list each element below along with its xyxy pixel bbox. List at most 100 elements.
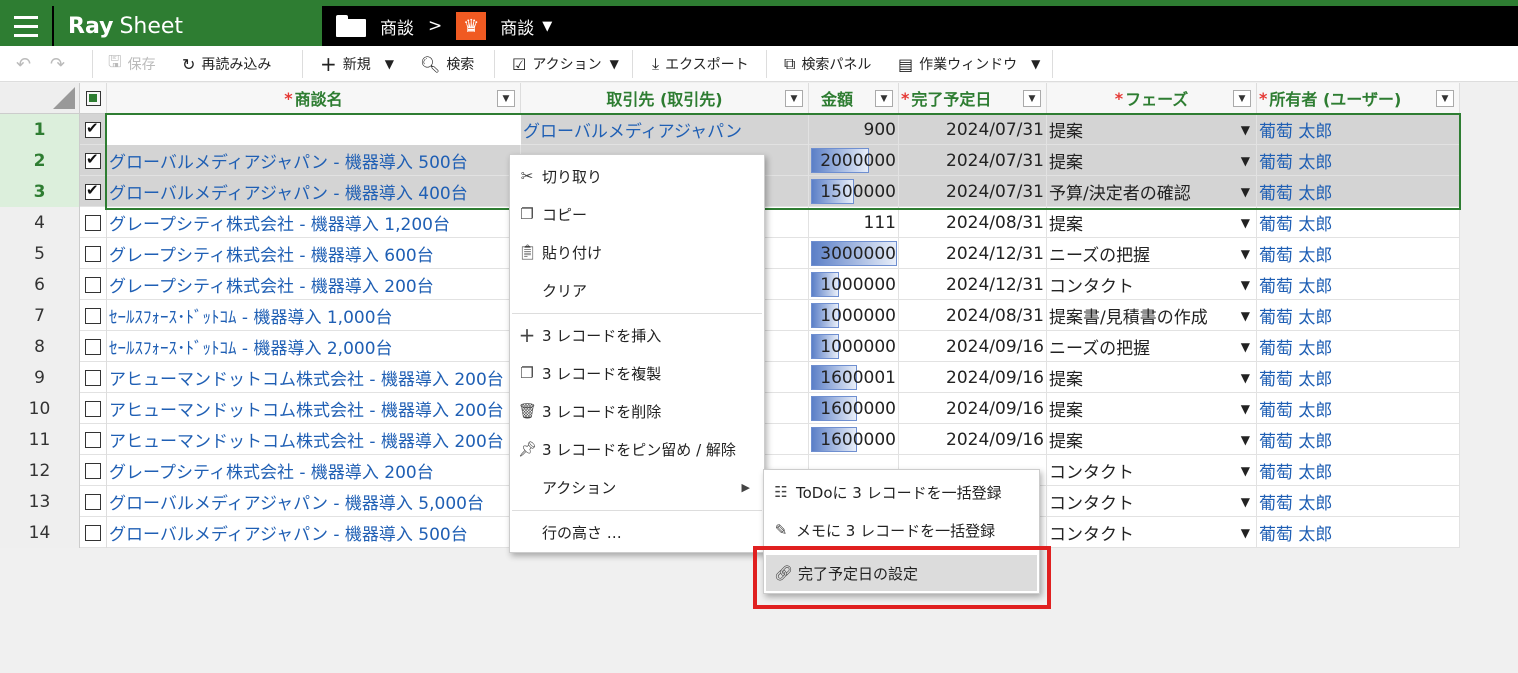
submenu-item-todo[interactable]: ☷ ToDoに 3 レコードを一括登録 [764, 474, 1039, 510]
cell-amount[interactable]: 1500000 [809, 176, 899, 207]
row-checkbox[interactable] [80, 517, 107, 548]
chevron-down-icon[interactable]: ▼ [385, 57, 394, 71]
row-checkbox[interactable] [80, 114, 107, 145]
row-checkbox[interactable] [80, 300, 107, 331]
filter-dropdown-icon[interactable]: ▼ [497, 90, 515, 107]
cell-owner[interactable]: 葡萄 太郎 [1257, 114, 1460, 145]
cell-amount[interactable]: 1000000 [809, 300, 899, 331]
cell-amount[interactable]: 1600000 [809, 393, 899, 424]
cell-close-date[interactable]: 2024/09/16 [899, 393, 1047, 424]
cell-phase[interactable]: 提案 ▼ [1047, 424, 1257, 455]
work-window-button[interactable]: ▤ 作業ウィンドウ ▼ [898, 46, 1040, 82]
row-number[interactable]: 7 [0, 300, 80, 331]
cell-close-date[interactable]: 2024/07/31 [899, 114, 1047, 145]
menu-item-action[interactable]: アクション ▶ [510, 470, 764, 504]
menu-item-row-height[interactable]: 行の高さ … [510, 515, 764, 549]
column-header-amount[interactable]: 金額 ▼ [809, 83, 899, 114]
column-header-name[interactable]: * 商談名 ▼ [107, 83, 521, 114]
cell-close-date[interactable]: 2024/12/31 [899, 238, 1047, 269]
row-number[interactable]: 9 [0, 362, 80, 393]
cell-owner[interactable]: 葡萄 太郎 [1257, 362, 1460, 393]
cell-phase[interactable]: ニーズの把握 ▼ [1047, 238, 1257, 269]
dropdown-arrow-icon[interactable]: ▼ [1241, 247, 1250, 261]
submenu-item-memo[interactable]: ✎ メモに 3 レコードを一括登録 [764, 512, 1039, 548]
cell-phase[interactable]: 提案書/見積書の作成 ▼ [1047, 300, 1257, 331]
dropdown-arrow-icon[interactable]: ▼ [1241, 154, 1250, 168]
cell-close-date[interactable]: 2024/08/31 [899, 300, 1047, 331]
cell-owner[interactable]: 葡萄 太郎 [1257, 300, 1460, 331]
dropdown-arrow-icon[interactable]: ▼ [1241, 185, 1250, 199]
dropdown-arrow-icon[interactable]: ▼ [1241, 340, 1250, 354]
cell-close-date[interactable]: 2024/07/31 [899, 145, 1047, 176]
dropdown-arrow-icon[interactable]: ▼ [1241, 216, 1250, 230]
cell-name[interactable]: グローバルメディアジャパン - 機器導入 400台 [107, 176, 521, 207]
filter-dropdown-icon[interactable]: ▼ [1436, 90, 1454, 107]
cell-name[interactable]: グレープシティ株式会社 - 機器導入 1,200台 [107, 207, 521, 238]
dropdown-arrow-icon[interactable]: ▼ [1241, 495, 1250, 509]
column-header-phase[interactable]: * フェーズ ▼ [1047, 83, 1257, 114]
cell-phase[interactable]: コンタクト ▼ [1047, 517, 1257, 548]
cell-name[interactable]: ｾｰﾙｽﾌｫｰｽ･ﾄﾞｯﾄｺﾑ - 機器導入 1,000台 [107, 300, 521, 331]
action-button[interactable]: ☑ アクション ▼ [512, 46, 619, 82]
reload-button[interactable]: ↻ 再読み込み [182, 46, 271, 82]
filter-dropdown-icon[interactable]: ▼ [875, 90, 893, 107]
row-checkbox[interactable] [80, 362, 107, 393]
cell-amount[interactable]: 3000000 [809, 238, 899, 269]
row-number[interactable]: 2 [0, 145, 80, 176]
row-number[interactable]: 11 [0, 424, 80, 455]
cell-name[interactable]: グレープシティ株式会社 - 機器導入 200台 [107, 455, 521, 486]
row-number[interactable]: 1 [0, 114, 80, 145]
cell-owner[interactable]: 葡萄 太郎 [1257, 176, 1460, 207]
cell-owner[interactable]: 葡萄 太郎 [1257, 393, 1460, 424]
row-checkbox[interactable] [80, 145, 107, 176]
cell-owner[interactable]: 葡萄 太郎 [1257, 207, 1460, 238]
undo-button[interactable]: ↶ [16, 46, 31, 82]
column-header-account[interactable]: 取引先 (取引先) ▼ [521, 83, 809, 114]
dropdown-arrow-icon[interactable]: ▼ [1241, 371, 1250, 385]
cell-name[interactable]: ｾｰﾙｽﾌｫｰｽ･ﾄﾞｯﾄｺﾑ - 機器導入 2,000台 [107, 331, 521, 362]
cell-amount[interactable]: 2000000 [809, 145, 899, 176]
menu-item-delete[interactable]: 🗑︎ 3 レコードを削除 [510, 394, 764, 428]
new-button[interactable]: + 新規 ▼ [320, 46, 394, 82]
menu-item-insert[interactable]: +3 レコードを挿入 [510, 318, 764, 352]
cell-amount[interactable]: 1600001 [809, 362, 899, 393]
row-checkbox[interactable] [80, 331, 107, 362]
menu-item-clear[interactable]: クリア [510, 273, 764, 307]
cell-name[interactable]: アヒューマンドットコム株式会社 - 機器導入 200台 [107, 362, 521, 393]
column-header-owner[interactable]: * 所有者 (ユーザー) ▼ [1257, 83, 1460, 114]
menu-item-duplicate[interactable]: ❐ 3 レコードを複製 [510, 356, 764, 390]
row-checkbox[interactable] [80, 176, 107, 207]
cell-phase[interactable]: 予算/決定者の確認 ▼ [1047, 176, 1257, 207]
menu-item-pin[interactable]: 📌︎ 3 レコードをピン留め / 解除 [510, 432, 764, 466]
cell-close-date[interactable]: 2024/09/16 [899, 331, 1047, 362]
row-checkbox[interactable] [80, 207, 107, 238]
cell-close-date[interactable]: 2024/12/31 [899, 269, 1047, 300]
cell-amount[interactable]: 1000000 [809, 331, 899, 362]
menu-item-cut[interactable]: ✂ 切り取り [510, 159, 764, 193]
cell-phase[interactable]: ニーズの把握 ▼ [1047, 331, 1257, 362]
submenu-item-set-close-date[interactable]: 🔗︎ 完了予定日の設定 [766, 555, 1037, 591]
select-all-checkbox[interactable] [80, 83, 107, 114]
cell-close-date[interactable]: 2024/09/16 [899, 424, 1047, 455]
row-checkbox[interactable] [80, 269, 107, 300]
filter-dropdown-icon[interactable]: ▼ [785, 90, 803, 107]
cell-amount[interactable]: 900 [809, 114, 899, 145]
filter-dropdown-icon[interactable]: ▼ [1023, 90, 1041, 107]
cell-owner[interactable]: 葡萄 太郎 [1257, 455, 1460, 486]
dropdown-arrow-icon[interactable]: ▼ [1241, 309, 1250, 323]
cell-amount[interactable]: 111 [809, 207, 899, 238]
row-checkbox[interactable] [80, 455, 107, 486]
row-checkbox[interactable] [80, 424, 107, 455]
chevron-down-icon[interactable]: ▼ [610, 57, 619, 71]
dropdown-arrow-icon[interactable]: ▼ [1241, 123, 1250, 137]
cell-name[interactable]: アヒューマンドットコム株式会社 - 機器導入 200台 [107, 424, 521, 455]
cell-owner[interactable]: 葡萄 太郎 [1257, 486, 1460, 517]
cell-phase[interactable]: コンタクト ▼ [1047, 269, 1257, 300]
filter-dropdown-icon[interactable]: ▼ [1233, 90, 1251, 107]
row-checkbox[interactable] [80, 393, 107, 424]
dropdown-arrow-icon[interactable]: ▼ [1241, 526, 1250, 540]
redo-button[interactable]: ↷ [50, 46, 65, 82]
row-number[interactable]: 8 [0, 331, 80, 362]
cell-phase[interactable]: 提案 ▼ [1047, 114, 1257, 145]
cell-close-date[interactable]: 2024/08/31 [899, 207, 1047, 238]
